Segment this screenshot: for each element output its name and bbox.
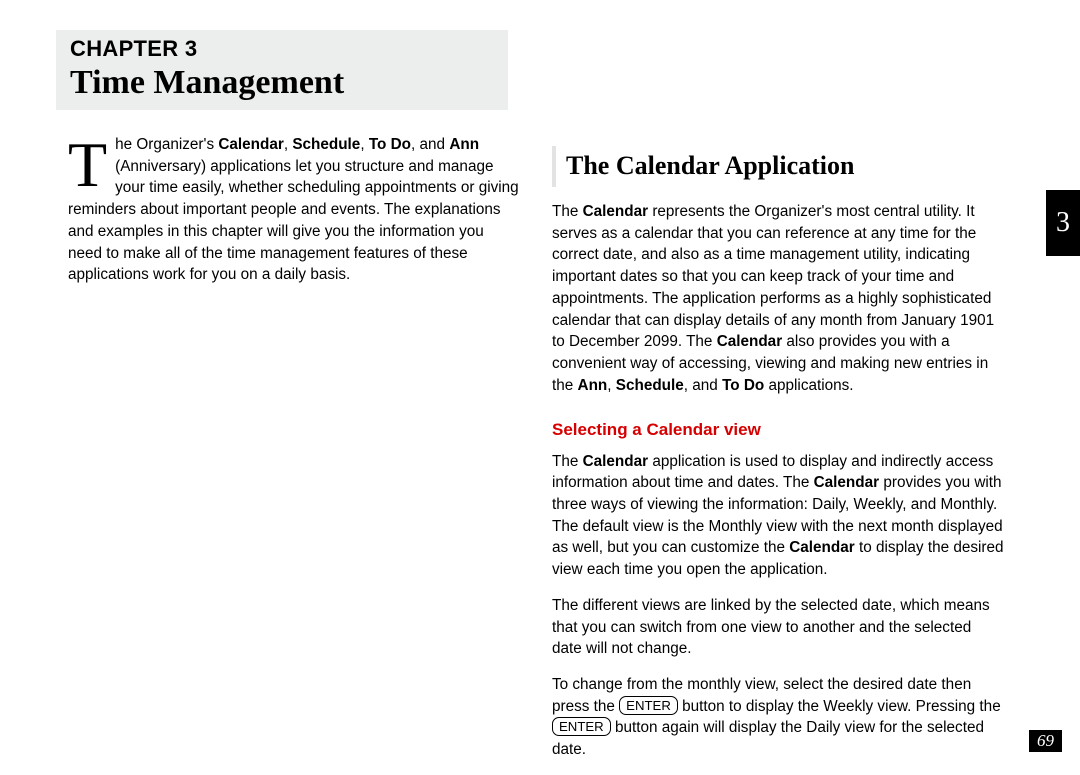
chapter-label: CHAPTER 3 [70,36,494,62]
section-p1: The Calendar represents the Organizer's … [552,201,1004,396]
intro-paragraph: T he Organizer's Calendar, Schedule, To … [68,134,520,286]
chapter-title: Time Management [70,64,494,102]
enter-key-icon: ENTER [552,717,611,736]
subsection-heading: Selecting a Calendar view [552,418,1004,442]
sub-p4: To change from the monthly view, select … [552,674,1004,761]
section-heading: The Calendar Application [552,146,1004,187]
left-column: T he Organizer's Calendar, Schedule, To … [56,134,520,775]
page-number: 69 [1029,730,1062,752]
dropcap: T [68,134,115,192]
right-column: The Calendar Application The Calendar re… [552,110,1004,775]
sub-p3: The different views are linked by the se… [552,595,1004,660]
enter-key-icon: ENTER [619,696,678,715]
chapter-tab: 3 [1046,190,1080,256]
sub-p2: The Calendar application is used to disp… [552,451,1004,581]
chapter-header: CHAPTER 3 Time Management [56,30,508,110]
